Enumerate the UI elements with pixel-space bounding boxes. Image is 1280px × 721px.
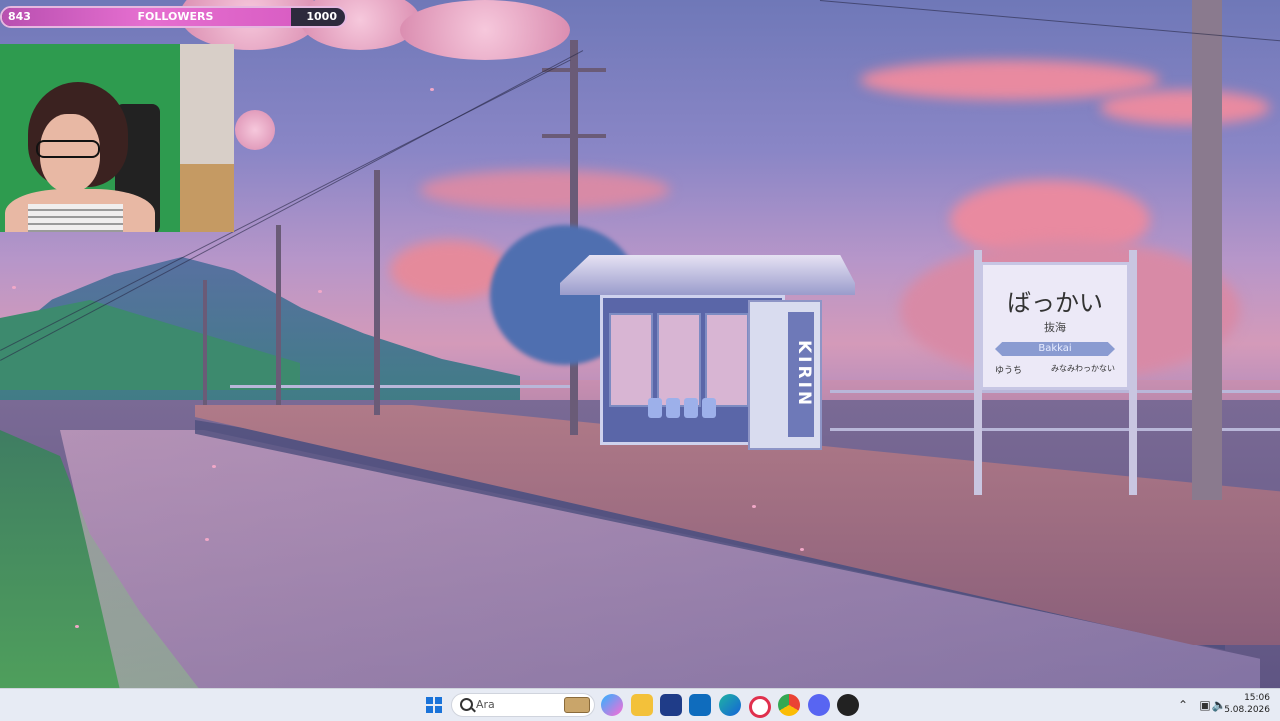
sign-station-romaji: Bakkai xyxy=(995,342,1115,356)
utility-pole xyxy=(374,170,380,415)
sign-board: ばっかい 抜海 Bakkai ゆうち みなみわっかない xyxy=(980,262,1130,390)
falling-petal xyxy=(75,625,79,628)
falling-petal xyxy=(318,290,322,293)
cloud xyxy=(420,170,670,210)
discord-icon[interactable] xyxy=(808,694,830,716)
sign-next-station: みなみわっかない xyxy=(1051,364,1115,373)
follower-label: FOLLOWERS xyxy=(137,10,214,23)
bench-seat xyxy=(702,398,716,418)
obs-icon[interactable] xyxy=(837,694,859,716)
station-sign: ばっかい 抜海 Bakkai ゆうち みなみわっかない xyxy=(974,250,1139,495)
utility-pole xyxy=(276,225,281,405)
bench-seat xyxy=(648,398,662,418)
streamer-top xyxy=(28,204,123,232)
cloud xyxy=(860,60,1160,100)
shelter-window xyxy=(609,313,653,407)
outlook-icon[interactable] xyxy=(689,694,711,716)
shelter-window xyxy=(705,313,749,407)
copilot-icon[interactable] xyxy=(601,694,623,716)
webcam-floor xyxy=(180,164,234,232)
edge-icon[interactable] xyxy=(719,694,741,716)
system-clock[interactable]: 15:06 5.08.2026 xyxy=(1224,692,1270,716)
falling-petal xyxy=(800,548,804,551)
station-shelter: KIRIN xyxy=(560,255,855,450)
chevron-up-icon[interactable]: ⌃ xyxy=(1172,694,1194,716)
search-highlight-icon xyxy=(564,697,590,713)
bench-seat xyxy=(684,398,698,418)
search-placeholder: Ara xyxy=(476,698,495,711)
search-box[interactable]: Ara xyxy=(451,693,595,717)
fence-rail xyxy=(230,385,570,388)
clock-time: 15:06 xyxy=(1244,693,1270,703)
falling-petal xyxy=(205,538,209,541)
falling-petal xyxy=(212,465,216,468)
vending-machine: KIRIN xyxy=(748,300,822,450)
glasses-icon xyxy=(36,140,100,158)
folder-icon[interactable] xyxy=(631,694,653,716)
search-icon xyxy=(460,698,473,711)
cherry-blossom xyxy=(235,110,275,150)
shelter-roof xyxy=(560,255,855,295)
falling-petal xyxy=(12,286,16,289)
utility-pole-crossarm xyxy=(542,134,606,138)
utility-pole xyxy=(203,280,207,405)
sign-station-name: ばっかい xyxy=(1007,289,1103,317)
follower-goal: 1000 xyxy=(306,10,337,23)
sign-station-kanji: 抜海 xyxy=(1044,321,1066,334)
shelter-window xyxy=(657,313,701,407)
cloud xyxy=(1100,90,1270,125)
chrome-icon[interactable] xyxy=(778,694,800,716)
follower-goal-bar: 843 FOLLOWERS 1000 xyxy=(0,6,347,28)
falling-petal xyxy=(752,505,756,508)
taskbar: Ara ⌃ ▣ 🔈 15:06 5.08.2026 xyxy=(0,688,1280,721)
sign-prev-station: ゆうち xyxy=(995,366,1023,376)
falling-petal xyxy=(430,88,434,91)
microsoft-store-icon[interactable] xyxy=(660,694,682,716)
utility-pole xyxy=(1192,0,1222,500)
webcam-feed xyxy=(0,44,234,232)
sign-post xyxy=(1129,250,1137,495)
vending-brand: KIRIN xyxy=(788,312,814,437)
opera-icon[interactable] xyxy=(749,696,771,718)
clock-date: 5.08.2026 xyxy=(1224,705,1270,715)
cherry-blossom xyxy=(400,0,570,60)
windows-start-icon[interactable] xyxy=(423,694,445,716)
bench-seat xyxy=(666,398,680,418)
